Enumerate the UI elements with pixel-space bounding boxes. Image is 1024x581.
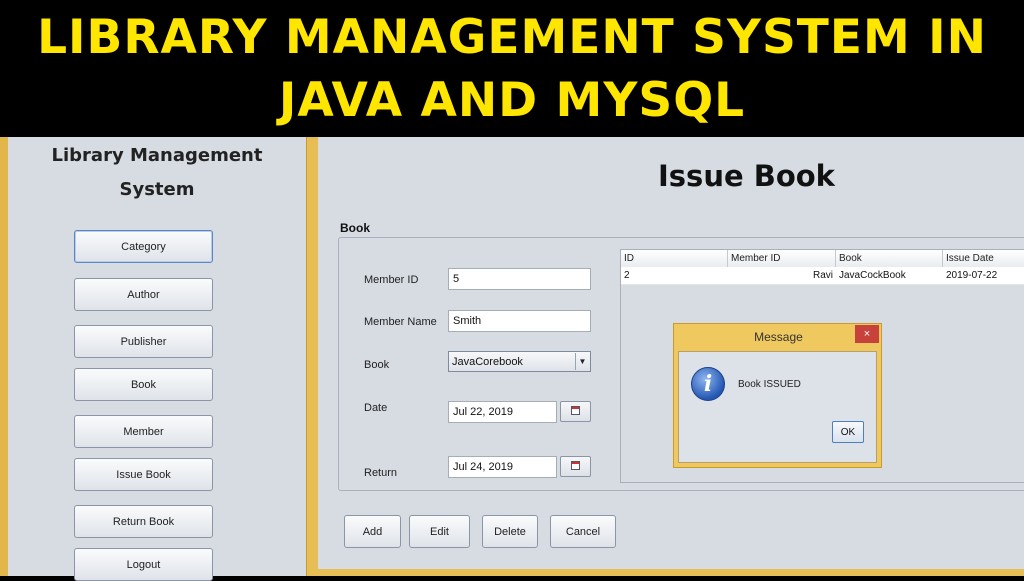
calendar-icon: [571, 461, 580, 470]
date-label: Date: [364, 402, 388, 414]
column-header-id[interactable]: ID: [621, 250, 728, 267]
member-name-label: Member Name: [364, 316, 437, 328]
chevron-down-icon[interactable]: ▼: [575, 353, 589, 370]
sidebar: Library Management System Category Autho…: [0, 137, 318, 581]
message-dialog: Message × i Book ISSUED OK: [673, 323, 882, 468]
return-date-field[interactable]: Jul 24, 2019: [448, 456, 557, 478]
table-header: ID Member ID Book Issue Date: [621, 250, 1024, 268]
member-button[interactable]: Member: [74, 415, 213, 448]
issue-book-panel: Issue Book Book Member ID 5 Member Name …: [318, 137, 1024, 576]
window-frame-bottom: [318, 569, 1024, 576]
date-picker-button[interactable]: [560, 401, 591, 422]
book-group-label: Book: [340, 221, 370, 235]
book-dropdown-value: JavaCorebook: [452, 356, 523, 368]
column-header-issue-date[interactable]: Issue Date: [943, 250, 1024, 267]
book-dropdown[interactable]: JavaCorebook ▼: [448, 351, 591, 372]
add-button[interactable]: Add: [344, 515, 401, 548]
return-label: Return: [364, 467, 398, 479]
member-id-field[interactable]: 5: [448, 268, 591, 290]
sidebar-title-line-2: System: [119, 179, 195, 200]
author-button[interactable]: Author: [74, 278, 213, 311]
return-date-picker-button[interactable]: [560, 456, 591, 477]
ok-button[interactable]: OK: [832, 421, 864, 443]
member-name-field[interactable]: Smith: [448, 310, 591, 332]
issue-book-button[interactable]: Issue Book: [74, 458, 213, 491]
cell-member-id: Ravi: [812, 270, 833, 281]
book-label: Book: [364, 359, 390, 371]
delete-button[interactable]: Delete: [482, 515, 538, 548]
page-title: Issue Book: [658, 159, 835, 193]
column-header-member-id[interactable]: Member ID: [728, 250, 836, 267]
sidebar-divider: [306, 137, 318, 576]
publisher-button[interactable]: Publisher: [74, 325, 213, 358]
member-id-label: Member ID: [364, 274, 419, 286]
category-button[interactable]: Category: [74, 230, 213, 263]
cell-id: 2: [624, 270, 630, 281]
banner-title-line-1: LIBRARY MANAGEMENT SYSTEM IN: [37, 10, 987, 65]
cell-issue-date: 2019-07-22: [946, 270, 998, 281]
dialog-message: Book ISSUED: [738, 379, 801, 390]
logout-button[interactable]: Logout: [74, 548, 213, 581]
video-banner: LIBRARY MANAGEMENT SYSTEM IN JAVA AND MY…: [0, 0, 1024, 137]
dialog-body: i Book ISSUED OK: [678, 351, 877, 463]
cancel-button[interactable]: Cancel: [550, 515, 616, 548]
sidebar-frame-left: [0, 137, 8, 576]
banner-title-line-2: JAVA AND MYSQL: [278, 73, 746, 128]
edit-button[interactable]: Edit: [409, 515, 470, 548]
table-row[interactable]: 2 Ravi JavaCockBook 2019-07-22: [621, 267, 1024, 285]
date-field[interactable]: Jul 22, 2019: [448, 401, 557, 423]
calendar-icon: [571, 406, 580, 415]
close-icon[interactable]: ×: [855, 325, 879, 343]
dialog-title: Message: [754, 330, 803, 344]
info-icon: i: [691, 367, 725, 401]
cell-book: JavaCockBook: [839, 270, 906, 281]
book-button[interactable]: Book: [74, 368, 213, 401]
return-book-button[interactable]: Return Book: [74, 505, 213, 538]
sidebar-title-line-1: Library Management: [51, 145, 263, 166]
column-header-book[interactable]: Book: [836, 250, 943, 267]
